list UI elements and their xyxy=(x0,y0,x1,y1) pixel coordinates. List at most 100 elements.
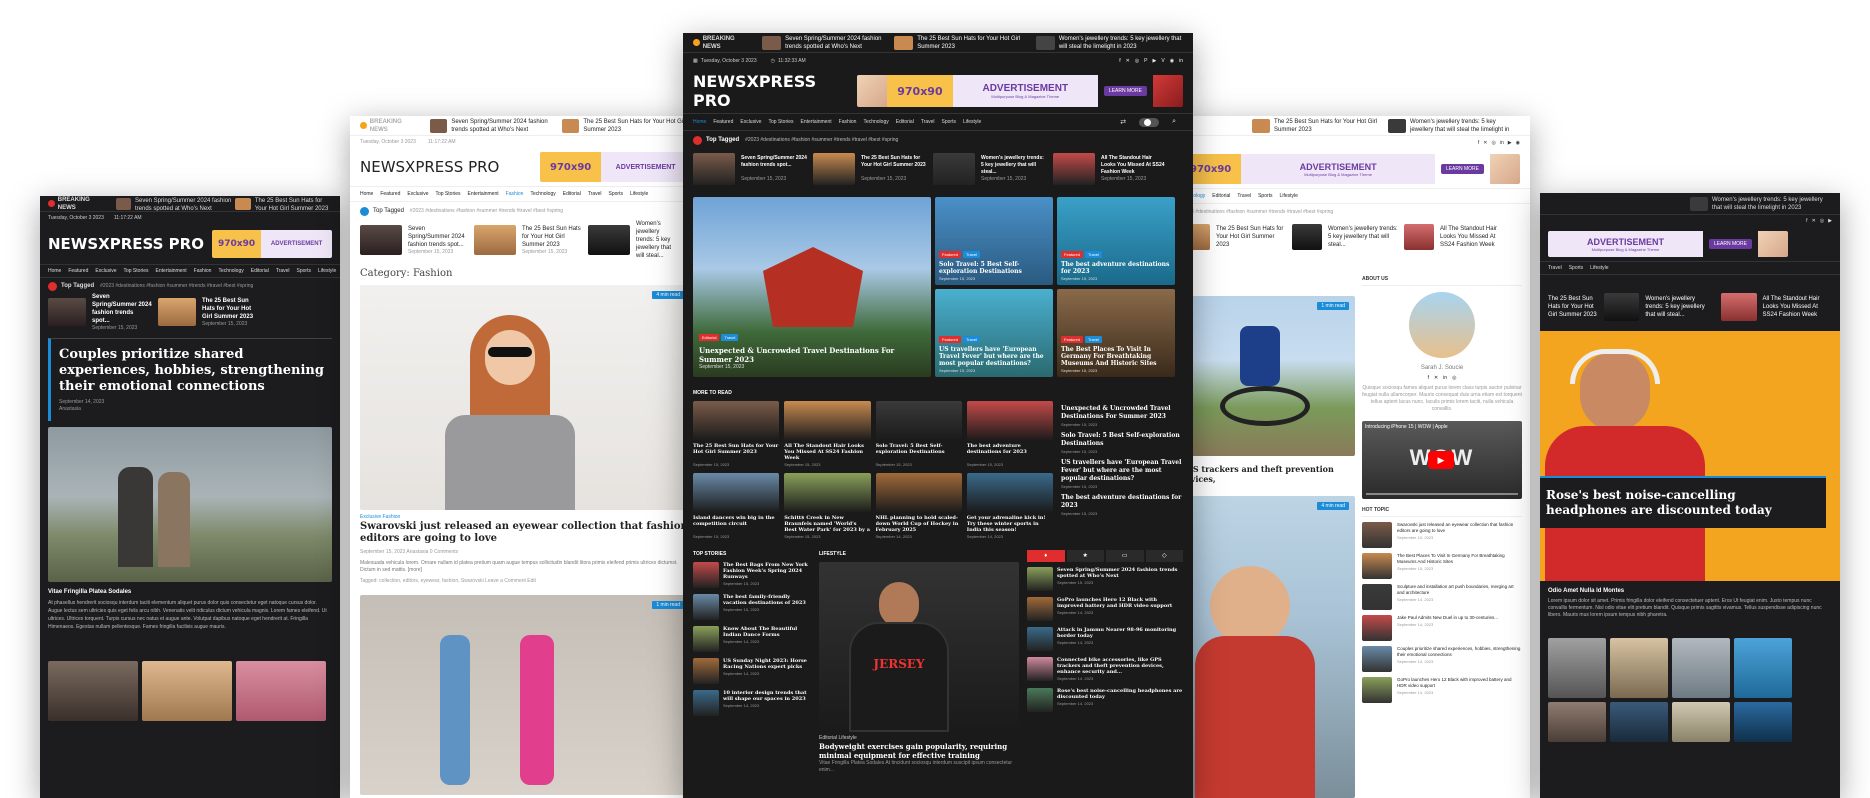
tab-tags[interactable]: ◇ xyxy=(1145,550,1183,562)
tab-list-item[interactable]: Rose's best noise-cancelling headphones … xyxy=(1027,688,1183,712)
tag-list[interactable]: #2023 #destinations #fashion #summer #tr… xyxy=(410,208,563,215)
hot-item[interactable]: Sculpture and installation art push boun… xyxy=(1362,584,1522,610)
category-tag[interactable]: Featured xyxy=(939,251,962,258)
card-thumb[interactable] xyxy=(1603,293,1640,321)
card-title[interactable]: All The Standout Hair Looks You Missed A… xyxy=(1101,155,1167,176)
nav-item[interactable]: Fashion xyxy=(194,267,212,275)
top-story-thumb[interactable] xyxy=(693,690,719,716)
more-image[interactable] xyxy=(784,473,871,513)
card-thumb[interactable] xyxy=(360,225,402,255)
gallery-image[interactable] xyxy=(1548,638,1606,698)
gallery-image[interactable] xyxy=(1548,702,1606,742)
category-tag[interactable]: Travel xyxy=(963,251,980,258)
card-title[interactable]: Women's jewellery trends: 5 key jeweller… xyxy=(981,155,1047,176)
hot-title[interactable]: Couples prioritize shared experiences, h… xyxy=(1397,646,1522,658)
nav-item[interactable]: Entertainment xyxy=(468,190,499,198)
lifestyle-image[interactable]: JERSEY xyxy=(819,562,1019,732)
card-title[interactable]: Seven Spring/Summer 2024 fashion trends … xyxy=(741,155,807,176)
nav-item[interactable]: Technology xyxy=(218,267,243,275)
card-title[interactable]: Women's jewellery trends: 5 key jeweller… xyxy=(1328,225,1398,249)
more-item[interactable]: The 25 Best Sun Hats for Your Hot Girl S… xyxy=(693,401,780,468)
more-image[interactable] xyxy=(875,473,962,513)
nav-item[interactable]: Technology xyxy=(530,190,555,198)
hot-title[interactable]: Sculpture and installation art push boun… xyxy=(1397,584,1522,596)
card-thumb[interactable] xyxy=(48,298,86,326)
post-title[interactable]: GPS trackers and theft prevention device… xyxy=(1180,464,1355,484)
tag-list[interactable]: #2023 #destinations #fashion #summer #tr… xyxy=(745,137,898,144)
gallery-image[interactable] xyxy=(1672,702,1730,742)
site-logo[interactable]: NEWSXPRESS PRO xyxy=(693,72,857,110)
card-title[interactable]: All The Standout Hair Looks You Missed A… xyxy=(1763,295,1832,319)
x-icon[interactable]: ✕ xyxy=(1434,375,1438,382)
video-player[interactable]: Introducing iPhone 15 | WOW | Apple WOW … xyxy=(1362,421,1522,499)
more-image[interactable] xyxy=(966,473,1053,513)
more-title[interactable]: Island dancers win big in the competitio… xyxy=(693,515,779,533)
nav-item[interactable]: Sports xyxy=(942,119,956,125)
card-thumb[interactable] xyxy=(158,298,196,326)
nav-item[interactable]: Travel xyxy=(276,267,290,275)
card-thumb[interactable] xyxy=(1053,153,1095,185)
hero-side-item[interactable]: Featured Travel Solo Travel: 5 Best Self-e… xyxy=(935,197,1053,285)
top-story[interactable]: The best family-friendly vacation destin… xyxy=(693,594,811,620)
more-title[interactable]: The best adventure destinations for 2023 xyxy=(967,443,1053,461)
card-thumb[interactable] xyxy=(693,153,735,185)
tab-item-thumb[interactable] xyxy=(1027,627,1053,651)
nav-item[interactable]: Sports xyxy=(609,190,623,198)
more-image[interactable] xyxy=(966,401,1053,441)
ticker-item[interactable]: Seven Spring/Summer 2024 fashion trends … xyxy=(451,118,558,134)
top-story-title[interactable]: The best family-friendly vacation destin… xyxy=(723,594,811,606)
post-category[interactable]: Exclusive Fashion xyxy=(360,514,690,521)
top-story-title[interactable]: 10 interior design trends that will shap… xyxy=(723,690,811,702)
more-side-title[interactable]: US travellers have 'European Travel Feve… xyxy=(1061,459,1183,483)
instagram-icon[interactable]: ◎ xyxy=(1135,58,1139,65)
more-title[interactable]: Get your adrenaline kick in! Try these w… xyxy=(967,515,1053,533)
card-thumb[interactable] xyxy=(588,225,630,255)
ad-banner[interactable]: ADVERTISEMENT Multipurpose Blog & Magazin… xyxy=(1548,231,1788,257)
card-thumb[interactable] xyxy=(933,153,975,185)
post-image[interactable]: 4 min read xyxy=(1180,496,1355,798)
ticker-item[interactable]: Women's jewellery trends: 5 key jeweller… xyxy=(1059,35,1183,51)
hero-side-item[interactable]: Featured Travel The Best Places To Visit I… xyxy=(1057,289,1175,377)
hero-side-title[interactable]: Solo Travel: 5 Best Self-exploration Des… xyxy=(939,261,1049,275)
more-title[interactable]: NHL planning to hold scaled-down World C… xyxy=(876,515,962,533)
hot-item[interactable]: GoPro launches Hero 12 Black with improv… xyxy=(1362,677,1522,703)
nav-item[interactable]: Sports xyxy=(1569,264,1583,272)
more-title[interactable]: Solo Travel: 5 Best Self-exploration Des… xyxy=(876,443,962,461)
post-image[interactable]: 1 min read xyxy=(360,595,690,795)
card-thumb[interactable] xyxy=(474,225,516,255)
hero-main[interactable]: Editorial Travel Unexpected & Uncrowded T… xyxy=(693,197,931,377)
ad-banner[interactable]: 970x90 ADVERTISEMENT xyxy=(212,230,332,258)
hot-item[interactable]: Swarovski just released an eyewear colle… xyxy=(1362,522,1522,548)
top-story-thumb[interactable] xyxy=(693,658,719,684)
nav-item[interactable]: Travel xyxy=(1548,264,1562,272)
x-icon[interactable]: ✕ xyxy=(1812,218,1816,225)
ticker-item[interactable]: Women's jewellery trends: 5 key jeweller… xyxy=(1410,118,1520,134)
tab-item-title[interactable]: GoPro launches Hero 12 Black with improv… xyxy=(1057,597,1183,609)
gallery-image[interactable] xyxy=(1610,638,1668,698)
card-title[interactable]: Women's jewellery trends: 5 key jeweller… xyxy=(1645,295,1714,319)
more-side-title[interactable]: Unexpected & Uncrowded Travel Destinatio… xyxy=(1061,405,1183,421)
more-item[interactable]: Solo Travel: 5 Best Self-exploration Des… xyxy=(875,401,962,468)
gallery-image[interactable] xyxy=(1734,702,1792,742)
tab-star[interactable]: ★ xyxy=(1066,550,1104,562)
nav-item[interactable]: Exclusive xyxy=(407,190,428,198)
ad-learn-button[interactable]: LEARN MORE xyxy=(1440,164,1484,174)
card-title[interactable]: Seven Spring/Summer 2024 fashion trends … xyxy=(408,225,468,249)
post-title[interactable]: Swarovski just released an eyewear colle… xyxy=(360,521,690,545)
more-item[interactable]: Schitt$ Creek in New Braunfels named 'Wo… xyxy=(784,473,871,540)
tab-list-item[interactable]: GoPro launches Hero 12 Black with improv… xyxy=(1027,597,1183,621)
nav-item[interactable]: Top Stories xyxy=(123,267,148,275)
tag-list[interactable]: #2023 #destinations #fashion #summer #tr… xyxy=(1180,209,1333,216)
tab-list-item[interactable]: Seven Spring/Summer 2024 fashion trends … xyxy=(1027,567,1183,591)
tab-item-thumb[interactable] xyxy=(1027,597,1053,621)
ticker-item[interactable]: Seven Spring/Summer 2024 fashion trends … xyxy=(135,197,231,211)
more-item[interactable]: Get your adrenaline kick in! Try these w… xyxy=(966,473,1053,540)
more-item[interactable]: NHL planning to hold scaled-down World C… xyxy=(875,473,962,540)
gallery-image[interactable] xyxy=(236,661,326,721)
instagram-icon[interactable]: ◎ xyxy=(1452,375,1456,382)
facebook-icon[interactable]: f xyxy=(1428,375,1429,382)
card-title[interactable]: Seven Spring/Summer 2024 fashion trends … xyxy=(92,293,152,325)
more-item[interactable]: All The Standout Hair Looks You Missed A… xyxy=(784,401,871,468)
category-tag[interactable]: Featured xyxy=(1061,336,1084,343)
nav-item[interactable]: Home xyxy=(48,267,61,275)
